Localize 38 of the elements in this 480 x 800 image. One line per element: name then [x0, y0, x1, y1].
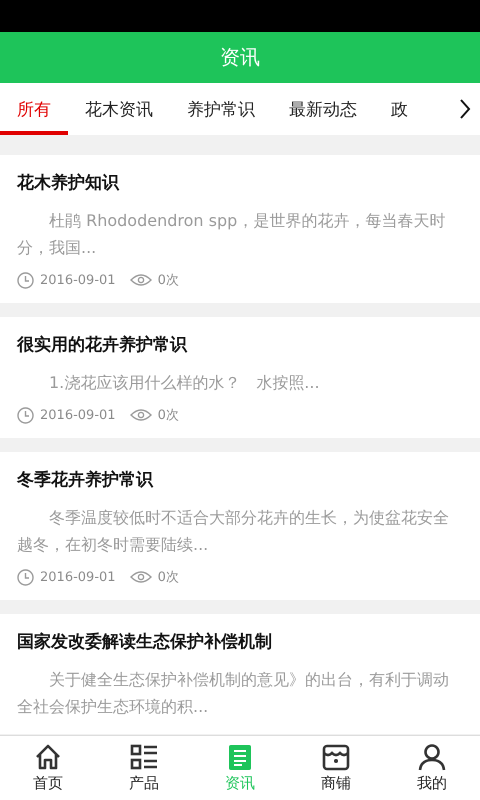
nav-item[interactable]: 商铺 [288, 736, 384, 800]
article-card[interactable]: 冬季花卉养护常识 冬季温度较低时不适合大部分花卉的生长，为使盆花安全越冬，在初冬时需要陆续... 2016-09-01 0次 [0, 452, 480, 600]
list-icon [129, 743, 159, 772]
view-count: 0次 [158, 272, 179, 289]
chevron-right-icon[interactable] [459, 98, 471, 120]
clock-icon [17, 272, 34, 288]
article-summary: 1.浇花应该用什么样的水？ 水按照... [48, 372, 321, 394]
article-title[interactable]: 国家发改委解读生态保护补偿机制 [17, 630, 462, 653]
category-tab[interactable]: 最新动态 [272, 83, 374, 135]
eye-icon [130, 273, 152, 287]
shop-icon [321, 743, 351, 772]
eye-icon [130, 408, 152, 422]
category-tab[interactable]: 花木资讯 [68, 83, 170, 135]
eye-icon [130, 570, 152, 584]
article-card[interactable]: 花木养护知识 杜鹃 Rhododendron spp，是世界的花卉，每当春天时分，我国... 2016-09-01 0次 [0, 155, 480, 303]
article-date: 2016-09-01 [40, 408, 116, 422]
nav-item[interactable]: 我的 [384, 736, 480, 800]
article-summary: 杜鹃 Rhododendron spp，是世界的花卉，每当春天时分，我国... [17, 210, 446, 259]
article-summary: 冬季温度较低时不适合大部分花卉的生长，为使盆花安全越冬，在初冬时需要陆续... [17, 507, 450, 556]
article-date: 2016-09-01 [40, 272, 116, 288]
category-tab[interactable]: 养护常识 [170, 83, 272, 135]
view-count: 0次 [158, 569, 179, 586]
article-card[interactable]: 国家发改委解读生态保护补偿机制 关于健全生态保护补偿机制的意见》的出台，有利于调动全社会保护生态环境的积... [0, 614, 480, 734]
page-title: 资讯 [220, 44, 260, 71]
article-summary: 关于健全生态保护补偿机制的意见》的出台，有利于调动全社会保护生态环境的积... [17, 669, 450, 718]
view-count: 0次 [158, 407, 179, 424]
nav-item[interactable]: 首页 [0, 736, 96, 800]
article-title[interactable]: 很实用的花卉养护常识 [17, 333, 462, 356]
category-tab[interactable]: 政 [374, 83, 425, 135]
nav-item[interactable]: 产品 [96, 736, 192, 800]
category-tab[interactable]: 所有 [0, 83, 68, 135]
person-icon [417, 743, 447, 772]
article-title[interactable]: 冬季花卉养护常识 [17, 468, 462, 491]
clock-icon [17, 406, 34, 424]
clock-icon [17, 568, 34, 586]
article-title[interactable]: 花木养护知识 [17, 171, 462, 194]
article-card[interactable]: 很实用的花卉养护常识 1.浇花应该用什么样的水？ 水按照... 2016-09-01 0次 [0, 317, 480, 438]
article-date: 2016-09-01 [40, 570, 116, 584]
